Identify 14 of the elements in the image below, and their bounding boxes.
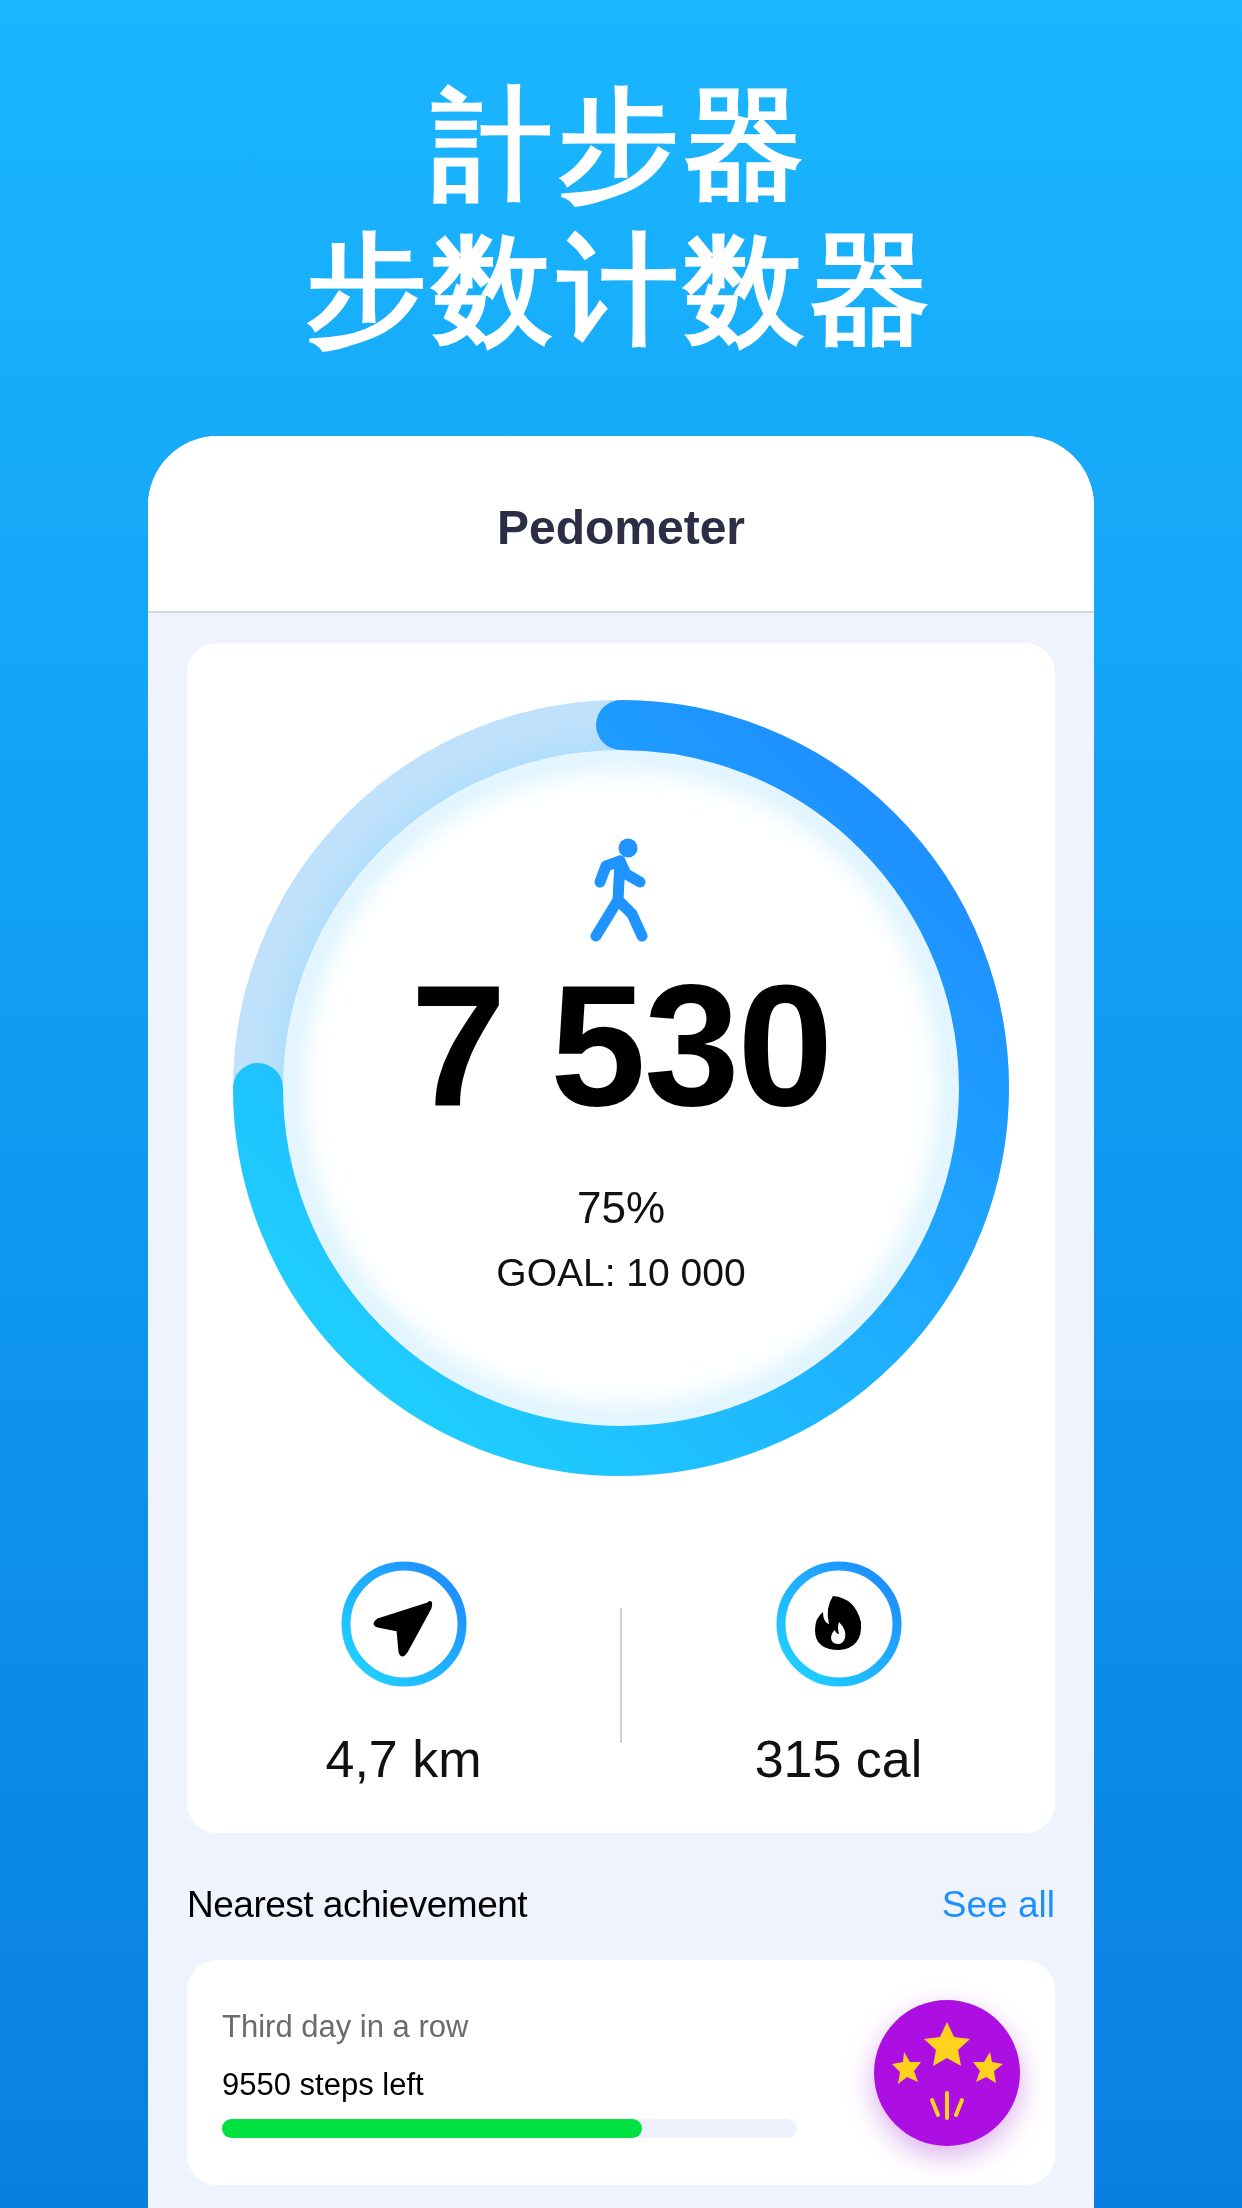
headline: 計步器 — [432, 74, 810, 216]
see-all-link[interactable]: See all — [941, 1877, 1055, 1933]
app-title: Pedometer — [496, 499, 746, 556]
section-title: Nearest achievement — [187, 1883, 528, 1928]
step-count: 7 530 — [410, 960, 832, 1130]
headline: 步数计数器 — [306, 219, 936, 361]
flame-icon — [774, 1560, 903, 1688]
steps-left-text: 9550 steps left — [222, 2066, 425, 2104]
stat-value: 4,7 km — [325, 1729, 482, 1789]
stat-value: 315 cal — [754, 1729, 923, 1789]
achievement-name: Third day in a row — [222, 2008, 470, 2046]
goal-text: GOAL: 10 000 — [496, 1250, 746, 1296]
stars-badge-icon — [874, 1999, 1020, 2146]
percent-text: 75% — [576, 1182, 666, 1234]
